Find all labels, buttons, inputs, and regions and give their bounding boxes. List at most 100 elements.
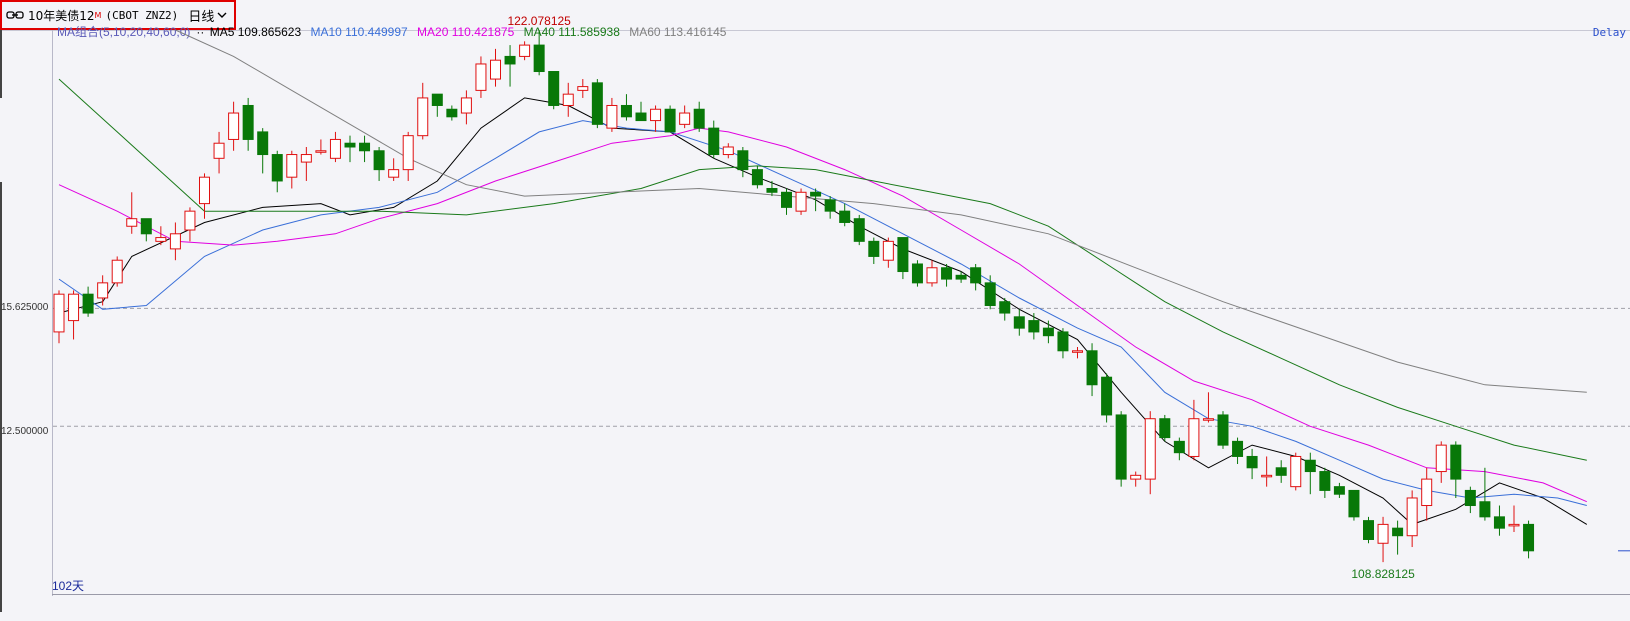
candle-body	[169, 233, 181, 250]
candle-body	[1406, 497, 1418, 537]
candle-body	[548, 71, 560, 106]
candle-body	[679, 112, 691, 125]
candle-body	[1217, 414, 1229, 446]
candle-body	[1290, 455, 1302, 488]
high-price-label: 122.078125	[507, 14, 571, 28]
candle-body	[1086, 350, 1098, 386]
candle-body	[184, 210, 196, 231]
candle-body	[1072, 350, 1083, 353]
candle-body	[1130, 474, 1142, 480]
candlestick-chart[interactable]: 122.078125 108.828125	[0, 0, 1630, 621]
candle-body	[1275, 467, 1287, 476]
candle-body	[1115, 414, 1127, 480]
candle-body	[533, 44, 545, 73]
candle-body	[853, 218, 865, 242]
candle-body	[781, 191, 792, 208]
candle-body	[810, 191, 822, 197]
candle-body	[329, 138, 341, 159]
candle-body	[955, 274, 967, 280]
candle-body	[446, 108, 458, 118]
candle-body	[140, 218, 152, 235]
candle-body	[1392, 527, 1404, 537]
candle-body	[606, 104, 618, 129]
candle-body	[1101, 376, 1113, 416]
candle-body	[1464, 489, 1476, 507]
candle-body	[199, 176, 210, 205]
candle-body	[1232, 440, 1244, 457]
candle-body	[1057, 331, 1069, 352]
candle-body	[970, 267, 982, 284]
low-price-label: 108.828125	[1351, 567, 1415, 581]
candle-body	[984, 282, 996, 307]
indicator-divider	[52, 594, 1630, 595]
candle-body	[344, 142, 356, 148]
ma-line-ma20	[58, 127, 1587, 503]
candle-body	[1377, 523, 1389, 544]
candle-body	[1013, 316, 1025, 329]
candle-body	[1493, 516, 1505, 529]
candle-body	[1144, 418, 1156, 480]
candle-body	[1028, 320, 1040, 333]
candle-body	[126, 218, 138, 227]
candle-body	[257, 131, 269, 156]
candle-body	[620, 104, 632, 118]
candle-body	[1363, 520, 1374, 540]
candle-body	[286, 154, 298, 178]
candle-body	[1159, 418, 1171, 439]
candle-body	[359, 142, 371, 152]
candle-body	[999, 301, 1011, 314]
candle-body	[300, 154, 312, 163]
candle-body	[53, 293, 65, 333]
candle-body	[882, 240, 894, 261]
candle-body	[315, 150, 327, 153]
candle-body	[1319, 471, 1331, 491]
candle-body	[868, 240, 880, 257]
candle-body	[824, 199, 836, 212]
candle-body	[1261, 474, 1273, 478]
candle-body	[373, 150, 385, 171]
candle-body	[650, 108, 662, 122]
ma-line-ma40	[58, 78, 1587, 461]
candle-body	[271, 154, 283, 182]
candle-body	[1202, 418, 1214, 421]
candle-body	[664, 108, 676, 133]
candle-body	[1348, 489, 1360, 518]
candle-body	[1304, 459, 1316, 473]
candle-body	[1246, 455, 1258, 469]
candle-body	[460, 97, 472, 114]
candle-body	[504, 55, 516, 65]
candle-body	[1421, 478, 1433, 507]
candle-body	[68, 293, 80, 322]
ma-line-ma10	[58, 120, 1587, 506]
candle-body	[1435, 444, 1447, 473]
days-count-label: 102天	[52, 579, 85, 593]
candle-body	[941, 267, 953, 280]
candle-body	[897, 237, 909, 273]
candle-body	[388, 169, 400, 178]
candle-body	[737, 150, 749, 171]
candle-body	[111, 259, 123, 284]
candle-body	[926, 267, 938, 284]
candle-body	[242, 104, 254, 140]
candle-body	[1523, 523, 1535, 552]
candle-body	[431, 93, 443, 106]
candle-body	[1450, 444, 1462, 480]
candle-body	[1508, 523, 1520, 527]
candle-body	[213, 142, 225, 159]
candle-body	[635, 112, 647, 122]
candle-body	[475, 63, 487, 91]
candle-body	[693, 108, 705, 129]
candle-body	[402, 135, 414, 171]
candle-body	[722, 146, 734, 156]
candle-body	[519, 44, 531, 57]
candle-body	[591, 82, 603, 125]
candle-body	[766, 188, 778, 193]
candle-body	[1188, 418, 1200, 457]
candle-body	[795, 191, 807, 212]
candle-body	[1173, 440, 1185, 454]
candle-body	[708, 127, 720, 156]
candle-body	[417, 97, 429, 137]
candle-body	[1042, 327, 1054, 337]
candle-body	[228, 112, 240, 140]
candle-body	[562, 93, 574, 106]
